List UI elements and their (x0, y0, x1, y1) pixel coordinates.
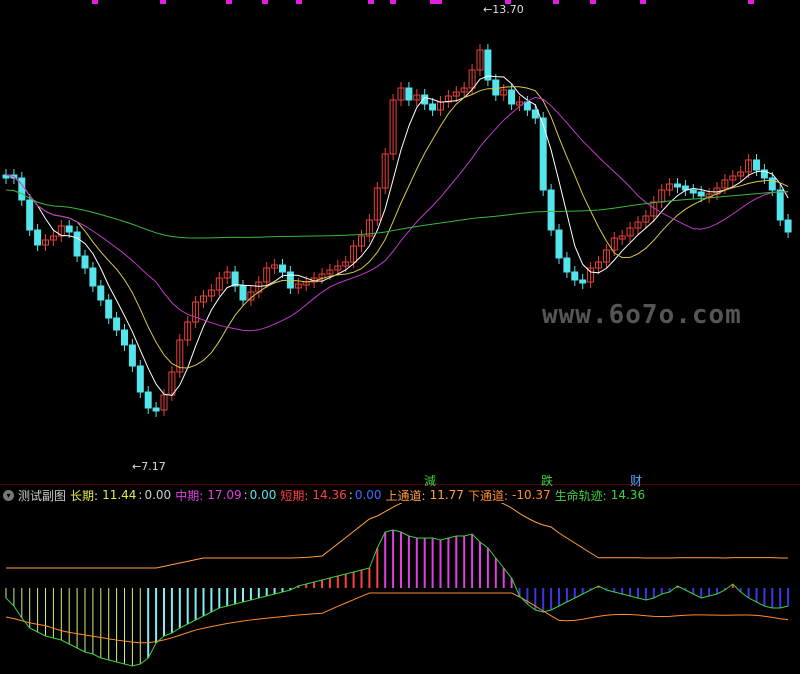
candle (152, 407, 160, 412)
top-mark (390, 0, 396, 4)
candle (674, 183, 681, 188)
indicator-legend: ▾ 测试副图 长期: 11.44 : 0.00 中期: 17.09 : 0.00… (0, 486, 649, 504)
top-mark (92, 0, 98, 4)
candle (34, 229, 42, 246)
candlestick-chart[interactable] (0, 0, 800, 484)
candle (81, 255, 89, 269)
candle (89, 267, 97, 287)
candle (128, 344, 136, 367)
upper-channel-line (6, 503, 789, 569)
top-mark (436, 0, 442, 4)
high-price-label: ←13.70 (483, 3, 524, 16)
separator: : (243, 488, 248, 502)
candle (136, 365, 144, 393)
separator: : (348, 488, 353, 502)
candle (539, 117, 547, 191)
candle (784, 219, 792, 233)
candle (239, 285, 247, 301)
panel-divider (0, 484, 800, 485)
long-value: 11.44 (102, 488, 137, 502)
mid-value: 17.09 (207, 488, 242, 502)
candle (689, 189, 697, 194)
lower-channel-line (5, 592, 789, 644)
candle (768, 177, 776, 191)
candle (492, 79, 500, 96)
candle (776, 189, 784, 221)
candle (571, 271, 579, 281)
candle (105, 299, 113, 319)
short-label: 短期: (280, 488, 309, 503)
candle (279, 264, 286, 273)
top-mark (262, 0, 268, 4)
candle (563, 257, 571, 273)
mid-label: 中期: (175, 488, 204, 503)
ma60-line (5, 189, 789, 239)
up-channel-label: 上通道: (385, 488, 426, 503)
low-price-label: ←7.17 (132, 460, 166, 473)
candle (579, 279, 587, 284)
life-track-label: 生命轨迹: (554, 488, 607, 503)
down-channel-value: -10.37 (511, 488, 551, 502)
top-mark (368, 0, 374, 4)
candle (26, 199, 34, 231)
candle (405, 87, 413, 101)
top-mark (553, 0, 559, 4)
candle (65, 225, 73, 233)
life-track-line (5, 529, 789, 667)
indicator-title[interactable]: 测试副图 (18, 487, 66, 504)
indicator-chart[interactable] (0, 503, 800, 674)
top-mark (160, 0, 166, 4)
candle (697, 191, 705, 197)
short-value: 14.36 (312, 488, 347, 502)
short-value-2: 0.00 (354, 488, 382, 502)
top-mark (296, 0, 302, 4)
top-mark (590, 0, 596, 4)
candle (523, 101, 531, 111)
top-mark (640, 0, 646, 4)
candle (429, 103, 437, 111)
separator: : (138, 488, 143, 502)
up-channel-value: 11.77 (429, 488, 464, 502)
top-mark (748, 0, 754, 4)
watermark: www.6o7o.com (542, 300, 742, 330)
candle (97, 285, 105, 301)
long-value-2: 0.00 (144, 488, 172, 502)
top-mark (226, 0, 232, 4)
ma20-line (5, 96, 789, 332)
life-track-value: 14.36 (610, 488, 646, 502)
candle (555, 229, 563, 259)
top-mark (505, 0, 511, 4)
mid-value-2: 0.00 (249, 488, 277, 502)
collapse-icon[interactable]: ▾ (3, 489, 14, 501)
candle (73, 231, 81, 257)
long-label: 长期: (70, 488, 99, 503)
candle (508, 89, 516, 105)
ma5-line (5, 75, 789, 396)
candle (121, 329, 128, 346)
candle (18, 177, 26, 201)
candle (144, 391, 152, 409)
candle (113, 317, 121, 331)
candle (547, 189, 555, 231)
down-channel-label: 下通道: (467, 488, 508, 503)
candle (753, 159, 760, 171)
